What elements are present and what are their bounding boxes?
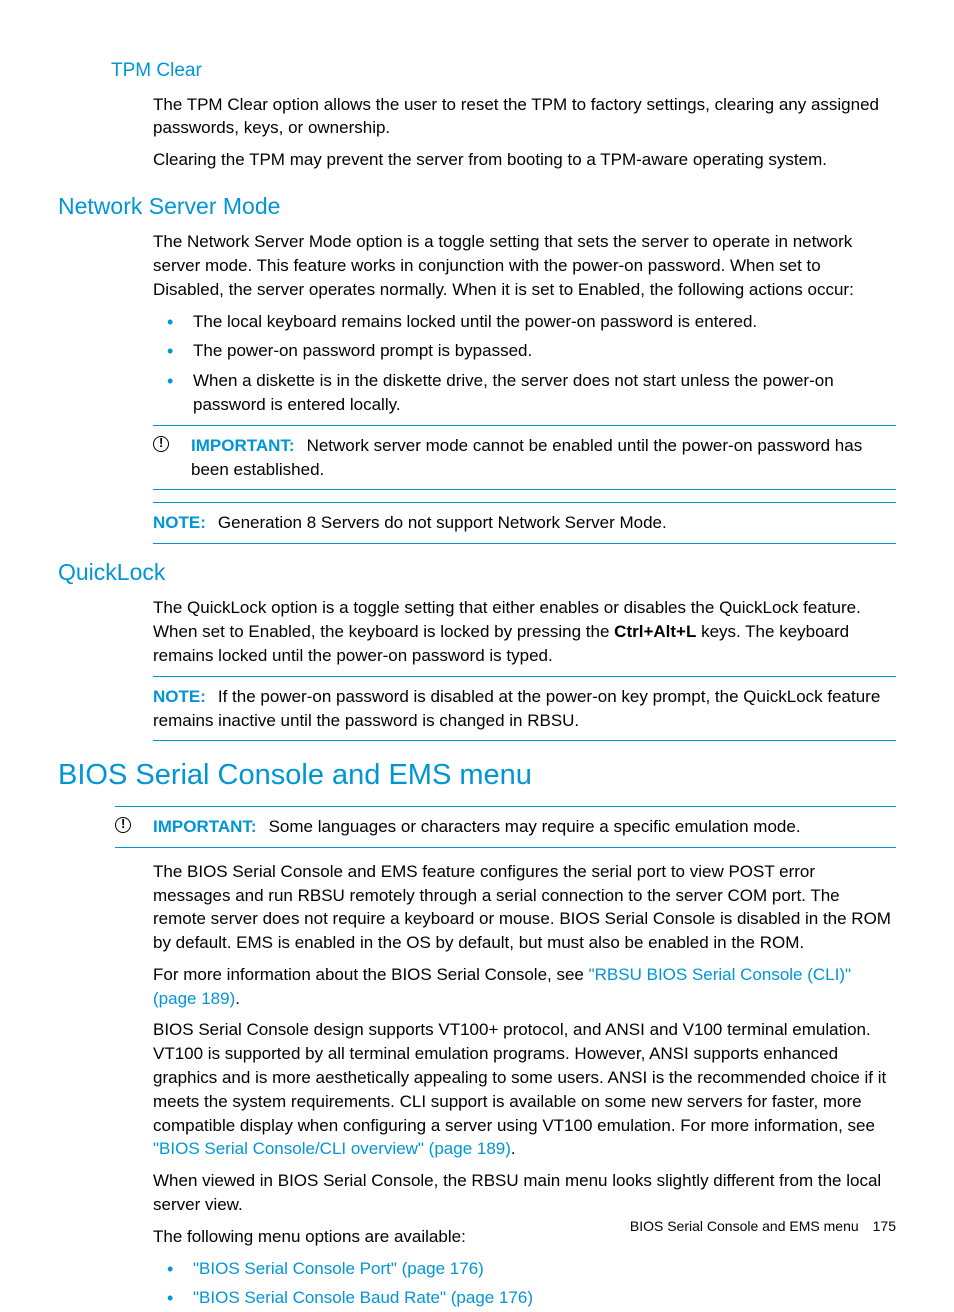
note-text: If the power-on password is disabled at … (153, 687, 880, 730)
heading-network-server-mode: Network Server Mode (58, 190, 896, 222)
body-text: The BIOS Serial Console and EMS feature … (153, 860, 896, 955)
text-span: For more information about the BIOS Seri… (153, 965, 589, 984)
list-item: The local keyboard remains locked until … (153, 310, 896, 334)
admonition-important: IMPORTANT:Network server mode cannot be … (153, 425, 896, 491)
page-number: 175 (873, 1218, 896, 1234)
note-label: NOTE: (153, 513, 206, 532)
heading-tpm-clear: TPM Clear (111, 58, 896, 85)
footer-section-title: BIOS Serial Console and EMS menu (630, 1218, 859, 1234)
important-label: IMPORTANT: (153, 817, 257, 836)
body-text: For more information about the BIOS Seri… (153, 963, 896, 1011)
note-text: Generation 8 Servers do not support Netw… (218, 513, 667, 532)
body-text: Clearing the TPM may prevent the server … (153, 148, 896, 172)
bullet-list: "BIOS Serial Console Port" (page 176) "B… (153, 1257, 896, 1311)
text-span: . (235, 989, 240, 1008)
body-text: The TPM Clear option allows the user to … (153, 93, 896, 141)
body-text: The QuickLock option is a toggle setting… (153, 596, 896, 667)
xref-link-baud-rate[interactable]: "BIOS Serial Console Baud Rate" (page 17… (193, 1288, 533, 1307)
page-footer: BIOS Serial Console and EMS menu 175 (630, 1217, 896, 1237)
important-text: Some languages or characters may require… (269, 817, 801, 836)
list-item: "BIOS Serial Console Port" (page 176) (153, 1257, 896, 1281)
body-text: BIOS Serial Console design supports VT10… (153, 1018, 896, 1161)
heading-quicklock: QuickLock (58, 556, 896, 588)
admonition-note: NOTE:If the power-on password is disable… (153, 676, 896, 742)
list-item: The power-on password prompt is bypassed… (153, 339, 896, 363)
admonition-note: NOTE: Generation 8 Servers do not support… (153, 502, 896, 544)
important-icon (115, 815, 153, 837)
xref-link-serial-port[interactable]: "BIOS Serial Console Port" (page 176) (193, 1259, 484, 1278)
text-span: BIOS Serial Console design supports VT10… (153, 1020, 886, 1134)
note-label: NOTE: (153, 687, 206, 706)
heading-bios-serial-console: BIOS Serial Console and EMS menu (58, 755, 896, 796)
list-item: When a diskette is in the diskette drive… (153, 369, 896, 417)
xref-link-cli-overview[interactable]: "BIOS Serial Console/CLI overview" (page… (153, 1139, 511, 1158)
bullet-list: The local keyboard remains locked until … (153, 310, 896, 417)
text-span: . (511, 1139, 516, 1158)
keyboard-shortcut: Ctrl+Alt+L (614, 622, 696, 641)
important-label: IMPORTANT: (191, 436, 295, 455)
list-item: "BIOS Serial Console Baud Rate" (page 17… (153, 1286, 896, 1310)
admonition-important: IMPORTANT: Some languages or characters m… (115, 806, 896, 848)
body-text: The Network Server Mode option is a togg… (153, 230, 896, 301)
important-icon (153, 434, 191, 456)
body-text: When viewed in BIOS Serial Console, the … (153, 1169, 896, 1217)
